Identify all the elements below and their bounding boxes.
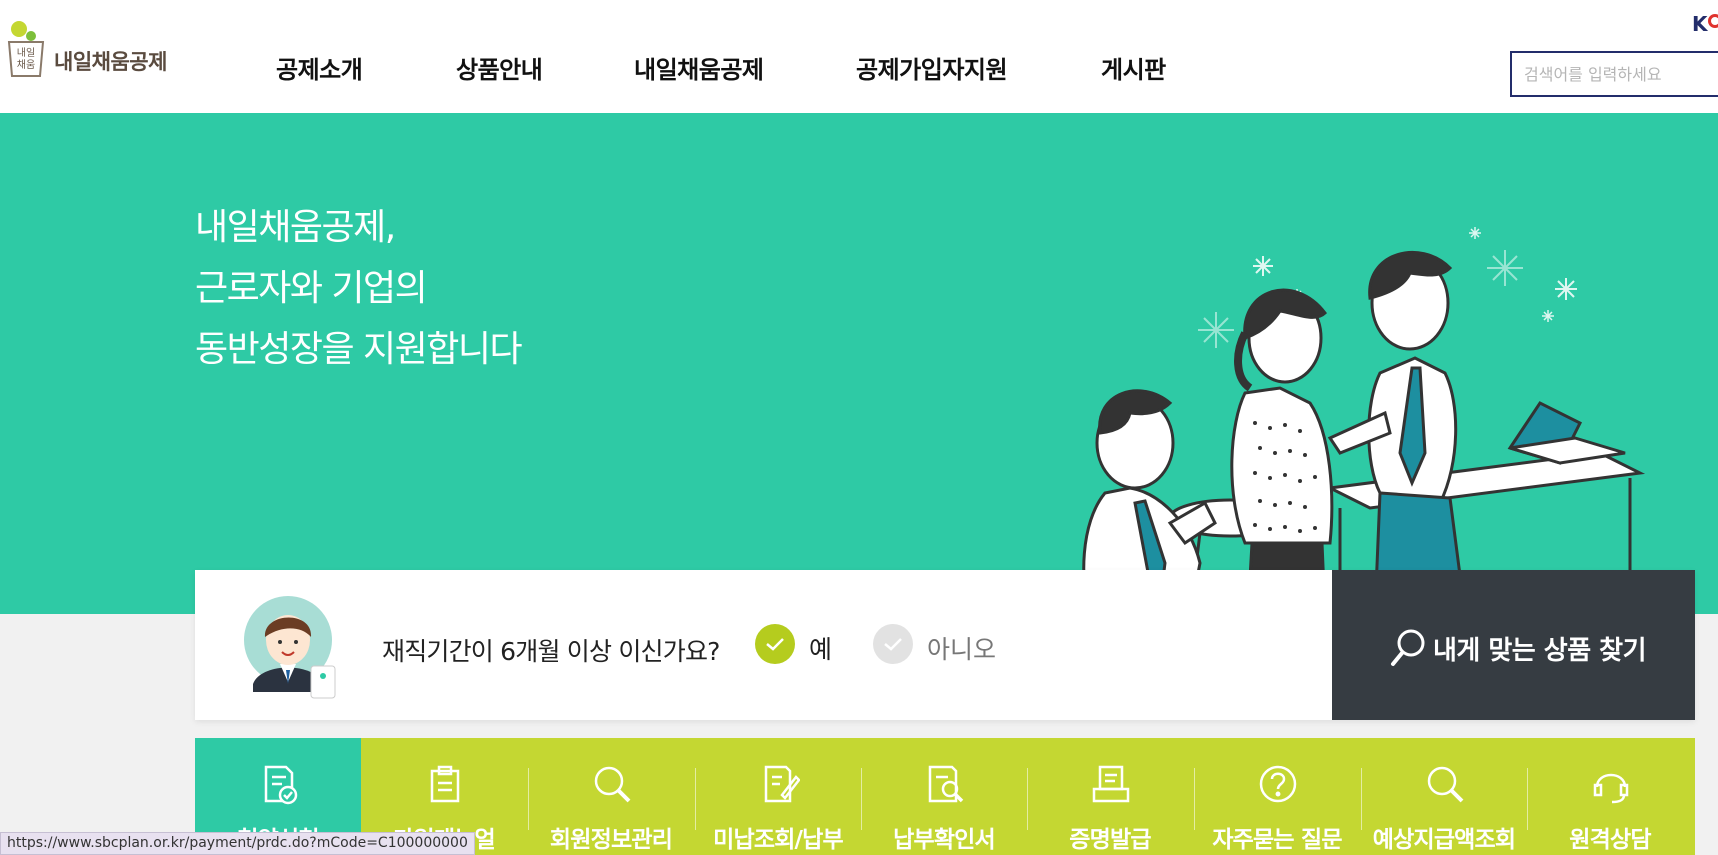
quick-item-label: 회원정보관리 bbox=[549, 827, 673, 853]
hero-illustration-people-handshake bbox=[1082, 227, 1646, 614]
search-box bbox=[1510, 51, 1718, 97]
nav-item-board[interactable]: 게시판 bbox=[1101, 50, 1166, 85]
corner-logo[interactable]: K bbox=[1692, 12, 1708, 36]
headset-icon bbox=[1593, 773, 1629, 804]
logo-mark-text-top: 내일 bbox=[17, 47, 35, 59]
document-edit-icon bbox=[764, 765, 800, 803]
option-no[interactable]: 아니오 bbox=[873, 624, 1023, 666]
question-text: 재직기간이 6개월 이상 이신가요? bbox=[382, 637, 720, 666]
nav-item-deduction-intro[interactable]: 공제소개 bbox=[276, 50, 363, 85]
quick-item-expected-payment[interactable]: 예상지급액조회 bbox=[1361, 738, 1527, 855]
option-yes-label: 예 bbox=[809, 635, 833, 664]
hero-line-1: 내일채움공제, bbox=[195, 207, 396, 248]
quick-item-label: 원격상담 bbox=[1569, 827, 1651, 853]
quick-item-member-info[interactable]: 회원정보관리 bbox=[528, 738, 694, 855]
site-logo[interactable]: 내일 채움 내일채움공제 bbox=[6, 20, 176, 80]
document-search-icon bbox=[928, 765, 964, 803]
corner-logo-mark-icon bbox=[1708, 14, 1718, 28]
consultant-avatar bbox=[244, 596, 336, 699]
quick-item-label: 자주묻는 질문 bbox=[1212, 827, 1342, 853]
logo-mark-icon: 내일 채움 bbox=[7, 21, 45, 77]
quick-item-faq[interactable]: 자주묻는 질문 bbox=[1194, 738, 1360, 855]
quick-item-certificate[interactable]: 증명발급 bbox=[1027, 738, 1193, 855]
check-icon bbox=[873, 624, 913, 664]
find-product-button[interactable]: 내게 맞는 상품 찾기 bbox=[1332, 570, 1695, 720]
search-input[interactable] bbox=[1512, 53, 1718, 95]
search-icon bbox=[1391, 629, 1425, 666]
nav-item-member-support[interactable]: 공제가입자지원 bbox=[856, 50, 1008, 85]
hero-line-3: 동반성장을 지원합니다 bbox=[195, 329, 523, 370]
clipboard-icon bbox=[430, 765, 460, 803]
nav-item-product-info[interactable]: 상품안내 bbox=[456, 50, 543, 85]
option-no-label: 아니오 bbox=[927, 635, 997, 664]
question-icon bbox=[1259, 765, 1297, 803]
quick-item-label: 미납조회/납부 bbox=[713, 827, 844, 853]
quick-item-label: 납부확인서 bbox=[893, 827, 996, 853]
quick-item-unpaid-lookup[interactable]: 미납조회/납부 bbox=[695, 738, 861, 855]
career-question-bar: 재직기간이 6개월 이상 이신가요? 예 아니오 내게 맞는 상품 찾기 bbox=[195, 570, 1695, 720]
quick-item-payment-confirm[interactable]: 납부확인서 bbox=[861, 738, 1027, 855]
find-product-label: 내게 맞는 상품 찾기 bbox=[1433, 636, 1647, 666]
search-icon bbox=[594, 766, 631, 803]
search-icon bbox=[1427, 766, 1464, 803]
nav-item-naeil-deduction[interactable]: 내일채움공제 bbox=[634, 50, 764, 85]
certificate-icon bbox=[1092, 765, 1130, 803]
check-icon bbox=[755, 624, 795, 664]
option-yes[interactable]: 예 bbox=[755, 624, 865, 666]
quick-item-remote-consult[interactable]: 원격상담 bbox=[1527, 738, 1693, 855]
hero-line-2: 근로자와 기업의 bbox=[195, 268, 428, 309]
quick-item-label: 예상지급액조회 bbox=[1372, 827, 1516, 853]
quick-item-label: 증명발급 bbox=[1069, 827, 1151, 853]
hero-banner: 내일채움공제, 근로자와 기업의 동반성장을 지원합니다 bbox=[0, 113, 1718, 614]
logo-mark-text-bottom: 채움 bbox=[17, 59, 35, 71]
logo-text: 내일채움공제 bbox=[54, 50, 167, 74]
document-check-icon bbox=[264, 765, 298, 805]
site-header: 내일 채움 내일채움공제 공제소개 상품안내 내일채움공제 공제가입자지원 게시… bbox=[0, 0, 1718, 113]
browser-status-url: https://www.sbcplan.or.kr/payment/prdc.d… bbox=[0, 832, 475, 855]
